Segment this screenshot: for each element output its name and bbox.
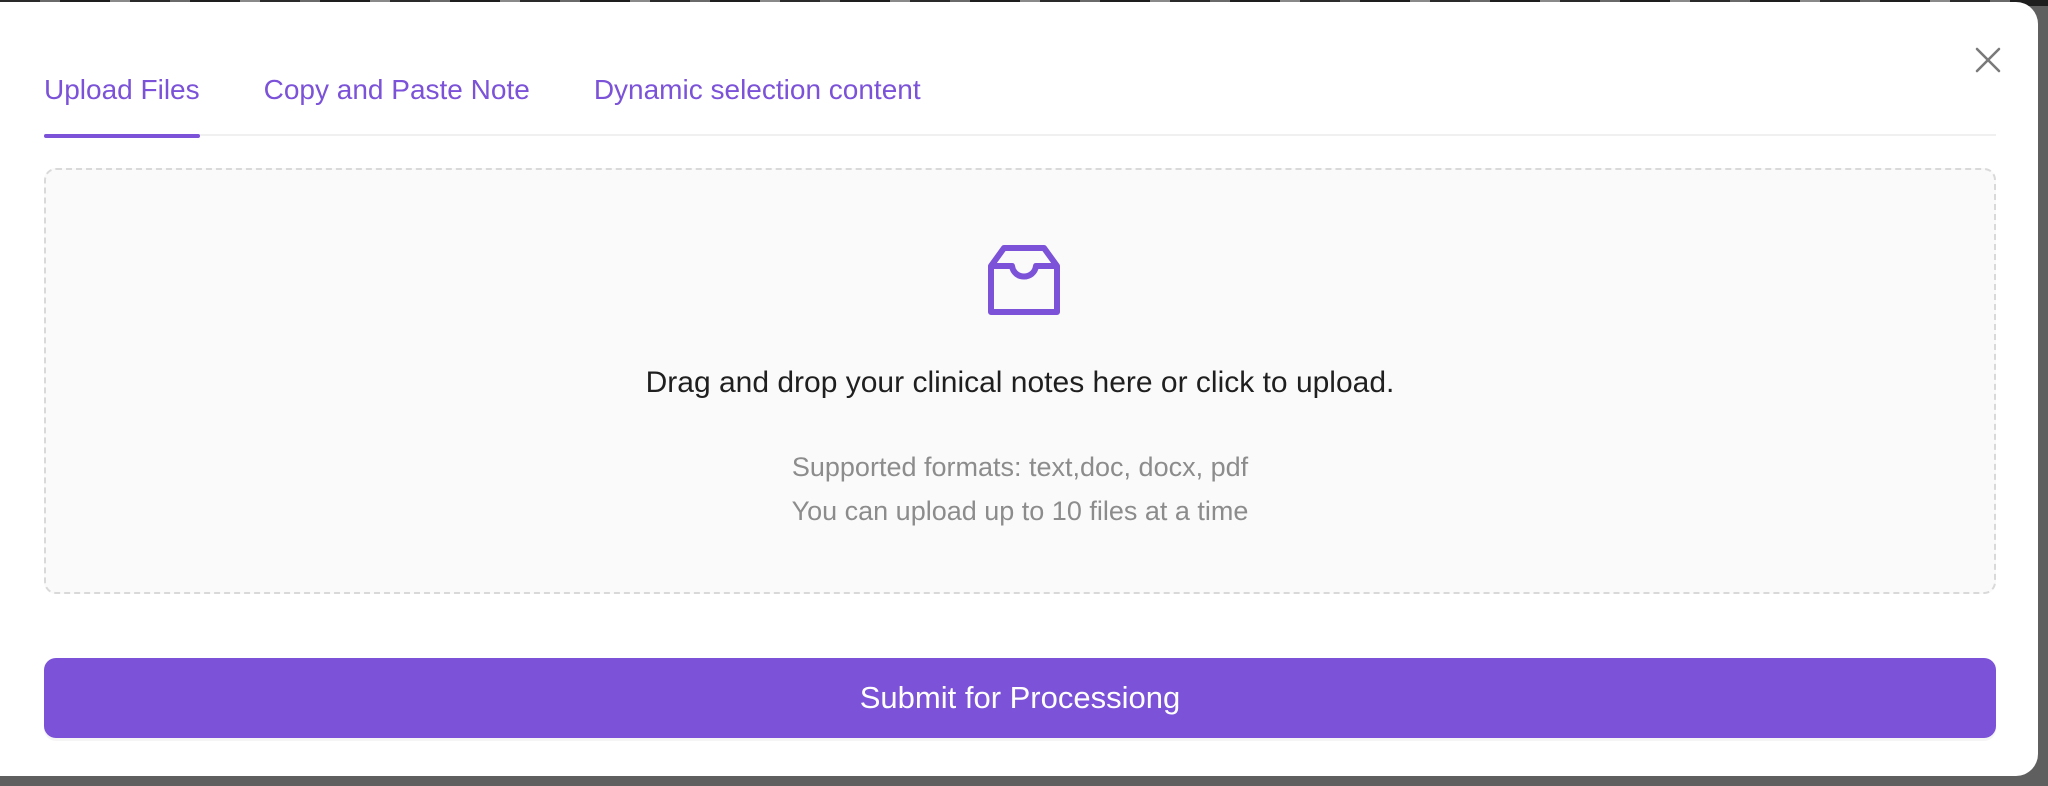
- submit-for-processing-button[interactable]: Submit for Processiong: [44, 658, 1996, 738]
- tab-copy-and-paste-note[interactable]: Copy and Paste Note: [264, 52, 530, 136]
- tab-dynamic-selection-content[interactable]: Dynamic selection content: [594, 52, 921, 136]
- file-dropzone[interactable]: Drag and drop your clinical notes here o…: [44, 168, 1996, 594]
- tab-bar: Upload Files Copy and Paste Note Dynamic…: [44, 52, 1996, 138]
- supported-formats-hint: Supported formats: text,doc, docx, pdf: [791, 452, 1249, 482]
- inbox-icon: [988, 245, 1060, 315]
- upload-limit-hint: You can upload up to 10 files at a time: [791, 496, 1249, 526]
- upload-modal: Upload Files Copy and Paste Note Dynamic…: [0, 2, 2038, 776]
- dropzone-instruction: Drag and drop your clinical notes here o…: [645, 366, 1395, 399]
- tab-upload-files[interactable]: Upload Files: [44, 52, 200, 138]
